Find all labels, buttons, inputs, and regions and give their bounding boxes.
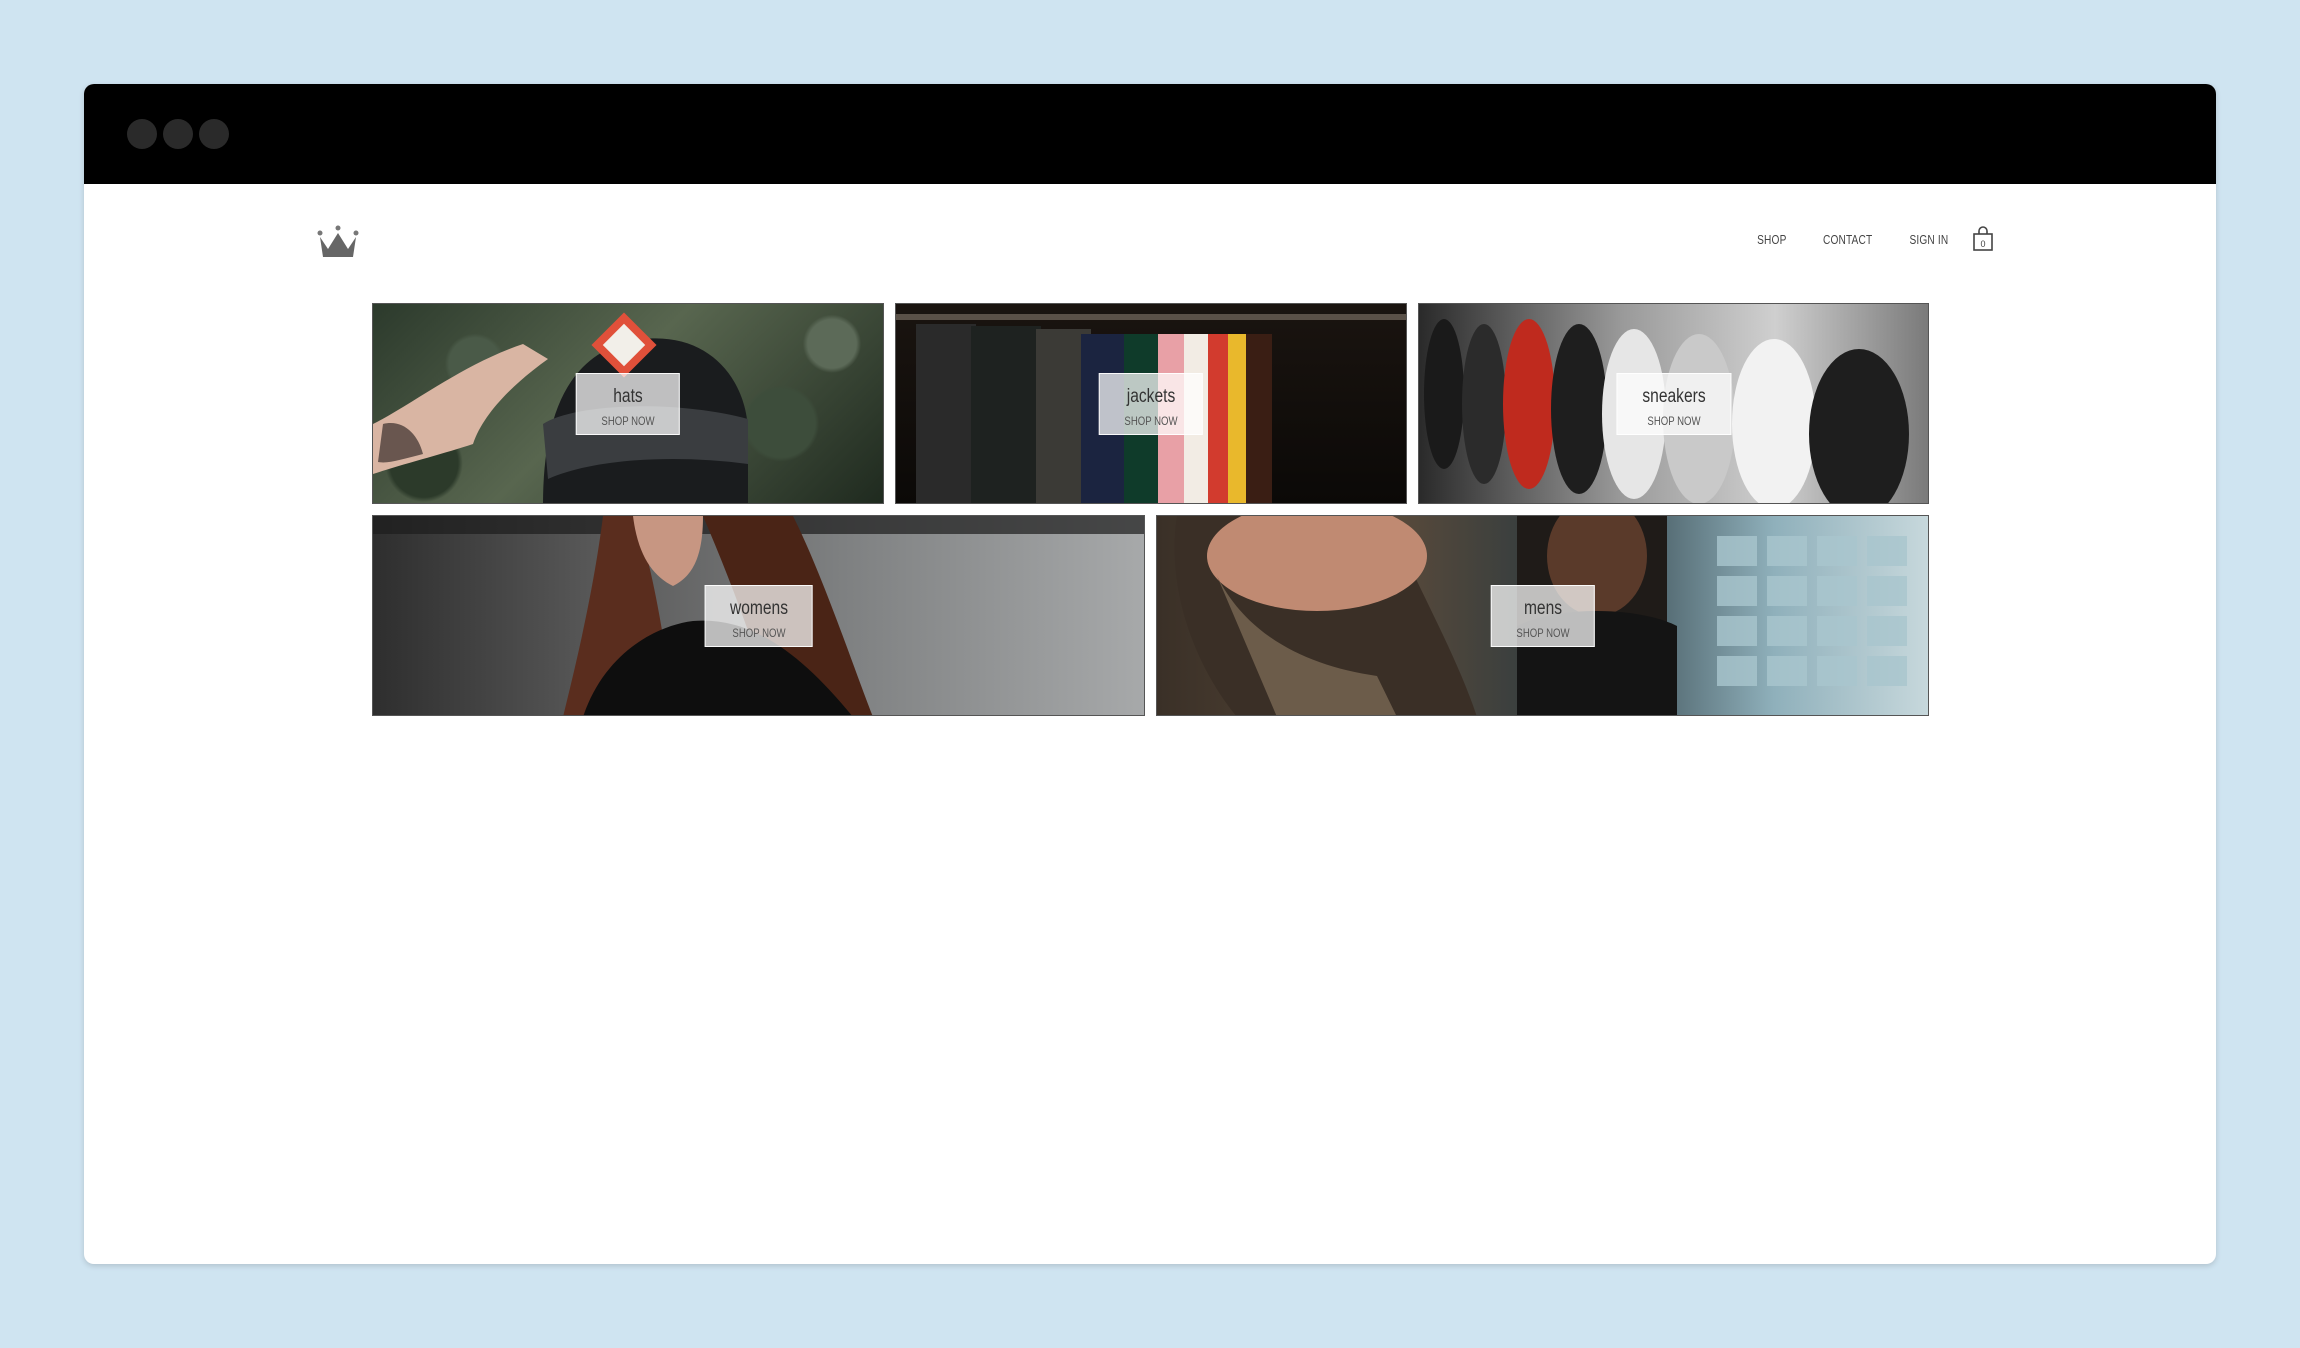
category-label: jackets SHOP NOW bbox=[1098, 372, 1204, 435]
nav-shop-link[interactable]: SHOP bbox=[1757, 232, 1786, 247]
main-nav: SHOP CONTACT SIGN IN 0 bbox=[1728, 224, 1994, 254]
category-title: hats bbox=[613, 385, 643, 407]
category-tile-hats[interactable]: hats SHOP NOW bbox=[372, 303, 884, 504]
nav-contact-link[interactable]: CONTACT bbox=[1823, 232, 1872, 247]
window-title-bar bbox=[84, 84, 2216, 184]
crown-icon[interactable] bbox=[316, 225, 360, 259]
category-title: jackets bbox=[1126, 385, 1176, 407]
shop-now-link[interactable]: SHOP NOW bbox=[1124, 414, 1177, 428]
window-maximize-button[interactable] bbox=[199, 119, 229, 149]
category-label: hats SHOP NOW bbox=[575, 372, 681, 435]
category-tile-sneakers[interactable]: sneakers SHOP NOW bbox=[1418, 303, 1929, 504]
category-title: mens bbox=[1523, 597, 1562, 619]
category-title: sneakers bbox=[1641, 385, 1706, 407]
category-tile-mens[interactable]: mens SHOP NOW bbox=[1156, 515, 1929, 716]
category-tile-womens[interactable]: womens SHOP NOW bbox=[372, 515, 1145, 716]
category-label: sneakers SHOP NOW bbox=[1615, 372, 1732, 435]
shopping-bag-icon[interactable]: 0 bbox=[1972, 226, 1994, 252]
category-label: womens SHOP NOW bbox=[704, 584, 813, 647]
window-close-button[interactable] bbox=[127, 119, 157, 149]
shop-now-link[interactable]: SHOP NOW bbox=[1516, 626, 1569, 640]
shop-now-link[interactable]: SHOP NOW bbox=[730, 626, 787, 640]
nav-sign-in-link[interactable]: SIGN IN bbox=[1910, 232, 1949, 247]
cart-count: 0 bbox=[1980, 239, 1985, 249]
shop-now-link[interactable]: SHOP NOW bbox=[601, 414, 654, 428]
window-minimize-button[interactable] bbox=[163, 119, 193, 149]
site-header: SHOP CONTACT SIGN IN 0 bbox=[84, 184, 2216, 294]
category-title: womens bbox=[729, 597, 788, 619]
browser-window: SHOP CONTACT SIGN IN 0 hats SHOP NOW jac… bbox=[84, 84, 2216, 1264]
category-label: mens SHOP NOW bbox=[1490, 584, 1595, 647]
category-tile-jackets[interactable]: jackets SHOP NOW bbox=[895, 303, 1407, 504]
shop-now-link[interactable]: SHOP NOW bbox=[1643, 414, 1705, 428]
